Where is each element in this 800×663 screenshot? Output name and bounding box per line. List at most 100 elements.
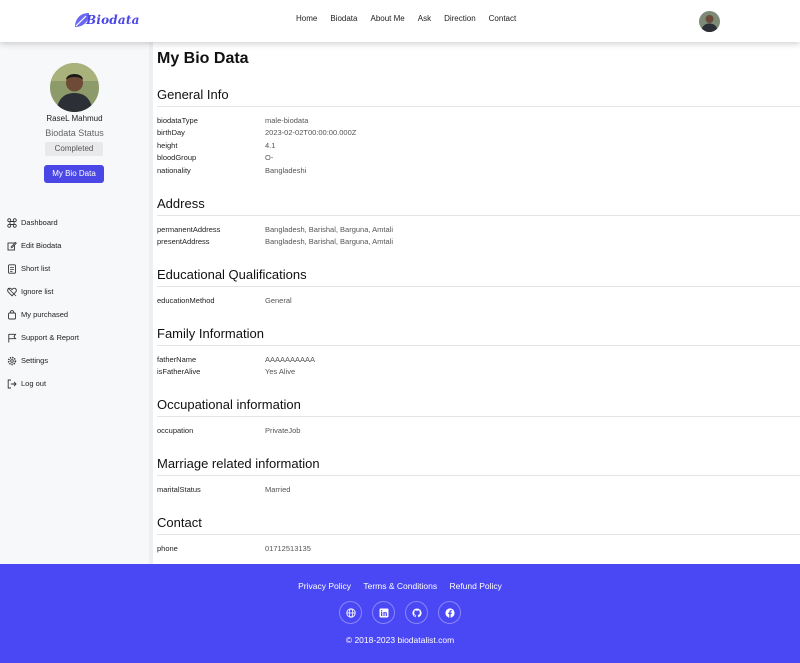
section-divider [157,416,800,417]
refund-policy-link[interactable]: Refund Policy [449,581,501,591]
main-content: My Bio Data General Info biodataType male… [157,42,800,564]
field-value: 01712513135 [265,544,311,553]
section-title-marriage-related-information: Marriage related information [157,456,320,471]
field-value: O- [265,153,274,162]
sidebar-item-dashboard[interactable]: Dashboard [7,211,79,234]
field-key: isFatherAlive [157,367,201,376]
sidebar: RaseL Mahmud Biodata Status Completed My… [0,42,149,564]
github-icon [411,607,422,617]
flag-icon [7,333,17,343]
field-key: height [157,141,178,150]
field-value: 2023-02-02T00:00:00.000Z [265,128,357,137]
logout-icon [7,379,17,389]
page-title: My Bio Data [157,50,249,67]
field-value: 4.1 [265,141,276,150]
top-header: Biodata Home Biodata About Me Ask Direct… [0,0,800,42]
section-divider [157,106,800,107]
field-key: presentAddress [157,237,210,246]
section-divider [157,475,800,476]
field-key: bloodGroup [157,153,197,162]
nav-home[interactable]: Home [296,14,317,23]
section-title-address: Address [157,196,205,211]
footer-links: Privacy Policy Terms & Conditions Refund… [0,581,800,591]
section-divider [157,534,800,535]
field-value: male-biodata [265,116,309,125]
sidebar-item-label: Edit Biodata [21,241,62,250]
gear-icon [7,356,17,366]
sidebar-item-label: Support & Report [21,333,79,342]
sidebar-item-short-list[interactable]: Short list [7,257,79,280]
terms-conditions-link[interactable]: Terms & Conditions [363,581,437,591]
nav-contact[interactable]: Contact [489,14,517,23]
field-key: educationMethod [157,296,215,305]
field-key: permanentAddress [157,225,221,234]
logo-text: Biodata [86,13,140,27]
nav-about-me[interactable]: About Me [370,14,404,23]
list-icon [7,263,17,274]
linkedin-icon [379,608,388,617]
footer: Privacy Policy Terms & Conditions Refund… [0,564,800,663]
field-value: Bangladesh, Barishal, Barguna, Amtali [265,225,393,234]
field-key: occupation [157,426,194,435]
status-badge: Completed [45,142,103,156]
my-bio-data-button[interactable]: My Bio Data [44,165,104,183]
field-key: phone [157,544,178,553]
field-key: maritalStatus [157,485,201,494]
nav-ask[interactable]: Ask [418,14,431,23]
edit-icon [7,241,17,251]
section-divider [157,215,800,216]
github-link[interactable] [405,601,428,624]
globe-link[interactable] [339,601,362,624]
biodata-status-label: Biodata Status [45,128,104,138]
facebook-icon [444,607,455,618]
bag-icon [7,309,17,320]
globe-icon [345,607,356,618]
field-key: biodataType [157,116,198,125]
field-value: Bangladeshi [265,166,307,175]
sidebar-item-label: Log out [21,379,47,388]
sidebar-item-label: Short list [21,264,51,273]
field-value: Married [265,485,291,494]
main-nav: Home Biodata About Me Ask Direction Cont… [296,14,529,23]
social-links [339,601,461,624]
section-title-contact: Contact [157,515,202,530]
user-avatar[interactable] [699,11,720,32]
privacy-policy-link[interactable]: Privacy Policy [298,581,351,591]
field-key: birthDay [157,128,185,137]
section-title-occupational-information: Occupational information [157,397,301,412]
profile-name: RaseL Mahmud [46,114,103,123]
field-value: PrivateJob [265,426,301,435]
field-value: Bangladesh, Barishal, Barguna, Amtali [265,237,393,246]
command-icon [7,217,17,228]
field-key: fatherName [157,355,197,364]
sidebar-item-log-out[interactable]: Log out [7,372,79,395]
sidebar-item-my-purchased[interactable]: My purchased [7,303,79,326]
section-divider [157,345,800,346]
sidebar-item-edit-biodata[interactable]: Edit Biodata [7,234,79,257]
sidebar-item-label: Settings [21,356,49,365]
section-divider [157,286,800,287]
logo[interactable]: Biodata [72,10,140,30]
section-title-educational-qualifications: Educational Qualifications [157,267,307,282]
nav-direction[interactable]: Direction [444,14,476,23]
sidebar-item-ignore-list[interactable]: Ignore list [7,280,79,303]
sidebar-item-label: Ignore list [21,287,54,296]
sidebar-item-support-report[interactable]: Support & Report [7,326,79,349]
section-title-general-info: General Info [157,87,229,102]
sidebar-menu: Dashboard Edit Biodata Short list Ignore… [7,211,79,395]
sidebar-divider [149,42,153,564]
linkedin-link[interactable] [372,601,395,624]
facebook-link[interactable] [438,601,461,624]
copyright-text: © 2018-2023 biodatalist.com [345,635,455,645]
heart-off-icon [7,287,17,297]
sidebar-item-settings[interactable]: Settings [7,349,79,372]
sidebar-item-label: My purchased [21,310,69,319]
profile-photo [50,63,99,112]
nav-biodata[interactable]: Biodata [330,14,357,23]
field-value: AAAAAAAAAA [265,355,316,364]
field-key: nationality [157,166,191,175]
field-value: Yes Alive [265,367,296,376]
section-title-family-information: Family Information [157,326,264,341]
sidebar-item-label: Dashboard [21,218,58,227]
field-value: General [265,296,292,305]
